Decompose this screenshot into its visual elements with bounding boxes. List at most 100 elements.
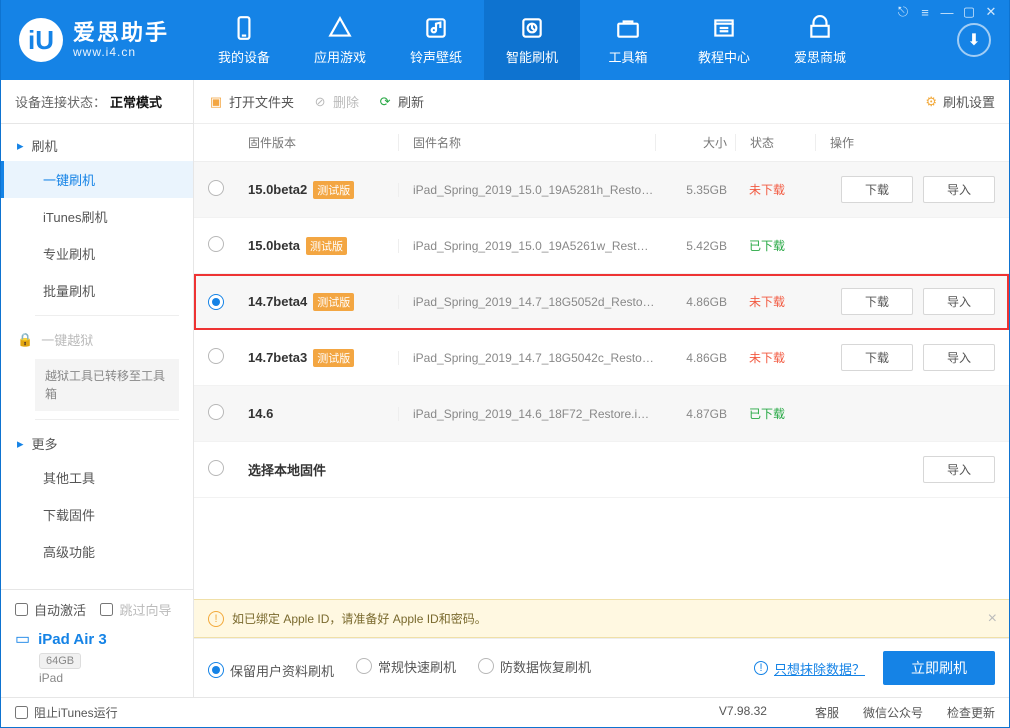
download-button[interactable]: 下载: [841, 176, 913, 203]
col-state: 状态: [735, 134, 815, 151]
menu-icon[interactable]: ≡: [917, 5, 933, 20]
version-label: V7.98.32: [719, 704, 767, 721]
row-size: 4.86GB: [655, 295, 735, 309]
sidebar-item-oneclick[interactable]: 一键刷机: [1, 161, 193, 198]
sidebar-item-advanced[interactable]: 高级功能: [1, 533, 193, 570]
import-button[interactable]: 导入: [923, 344, 995, 371]
row-version: 14.6: [248, 406, 273, 421]
table-row-local[interactable]: 选择本地固件 导入: [194, 442, 1009, 498]
maximize-icon[interactable]: ▢: [961, 4, 977, 20]
row-radio[interactable]: [208, 460, 224, 476]
table-row[interactable]: 15.0beta2测试版iPad_Spring_2019_15.0_19A528…: [194, 162, 1009, 218]
erase-data-link[interactable]: 只想抹除数据？: [774, 659, 865, 678]
minimize-icon[interactable]: —: [939, 5, 955, 20]
download-button[interactable]: 下载: [841, 288, 913, 315]
sidebar-item-itunes[interactable]: iTunes刷机: [1, 198, 193, 235]
device-storage: 64GB: [39, 653, 81, 669]
sidebar-item-pro[interactable]: 专业刷机: [1, 235, 193, 272]
statusbar-link[interactable]: 检查更新: [947, 706, 995, 720]
row-radio[interactable]: [208, 236, 224, 252]
delete-button: ⊘ 删除: [312, 92, 359, 111]
alert-close-icon[interactable]: ×: [988, 610, 997, 628]
nav-flash[interactable]: 智能刷机: [484, 0, 580, 80]
statusbar-link[interactable]: 微信公众号: [863, 706, 923, 720]
alert-text: 如已绑定 Apple ID，请准备好 Apple ID和密码。: [232, 610, 487, 627]
sidebar-group-flash: ▸刷机: [1, 124, 193, 161]
sidebar-item-download-fw[interactable]: 下载固件: [1, 496, 193, 533]
nav-label: 应用游戏: [314, 47, 366, 66]
connection-status-label: 设备连接状态：: [15, 92, 106, 111]
row-filename: iPad_Spring_2019_14.6_18F72_Restore.ipsw: [398, 407, 655, 421]
statusbar: 阻止iTunes运行 V7.98.32 客服 微信公众号 检查更新: [1, 697, 1009, 727]
nav-my-device[interactable]: 我的设备: [196, 0, 292, 80]
option-radio[interactable]: [356, 658, 372, 674]
flash-now-button[interactable]: 立即刷机: [883, 651, 995, 685]
refresh-button[interactable]: ⟳ 刷新: [377, 92, 424, 111]
block-itunes-checkbox[interactable]: 阻止iTunes运行: [15, 704, 118, 721]
row-size: 4.87GB: [655, 407, 735, 421]
row-state: 已下载: [735, 237, 815, 254]
auto-activate-checkbox[interactable]: 自动激活: [15, 600, 86, 619]
group-icon: ▸: [17, 436, 24, 452]
row-state: 未下载: [735, 349, 815, 366]
local-firmware-label: 选择本地固件: [248, 463, 326, 478]
option-radio[interactable]: [208, 662, 224, 678]
row-filename: iPad_Spring_2019_15.0_19A5261w_Restore.i…: [398, 239, 655, 253]
sidebar: 设备连接状态： 正常模式 ▸刷机一键刷机iTunes刷机专业刷机批量刷机🔒一键越…: [1, 80, 194, 697]
row-filename: iPad_Spring_2019_14.7_18G5042c_Restore.i…: [398, 351, 655, 365]
app-site: www.i4.cn: [73, 46, 169, 60]
table-row[interactable]: 15.0beta测试版iPad_Spring_2019_15.0_19A5261…: [194, 218, 1009, 274]
toolbar: ▣ 打开文件夹 ⊘ 删除 ⟳ 刷新 ⚙ 刷机设置: [194, 80, 1009, 124]
nav-tools[interactable]: 工具箱: [580, 0, 676, 80]
col-ops: 操作: [815, 134, 995, 151]
option-radio[interactable]: [478, 658, 494, 674]
apple-id-alert: ! 如已绑定 Apple ID，请准备好 Apple ID和密码。 ×: [194, 599, 1009, 638]
row-radio[interactable]: [208, 294, 224, 310]
row-radio[interactable]: [208, 404, 224, 420]
row-state: 未下载: [735, 181, 815, 198]
flash-settings-button[interactable]: ⚙ 刷机设置: [925, 92, 995, 111]
statusbar-link[interactable]: 客服: [815, 706, 839, 720]
nav-apps[interactable]: 应用游戏: [292, 0, 388, 80]
nav-ringtones[interactable]: 铃声壁纸: [388, 0, 484, 80]
firmware-list: 15.0beta2测试版iPad_Spring_2019_15.0_19A528…: [194, 162, 1009, 599]
tools-icon: [615, 15, 641, 41]
flash-option-fast[interactable]: 常规快速刷机: [356, 657, 456, 676]
download-button[interactable]: 下载: [841, 344, 913, 371]
import-button[interactable]: 导入: [923, 176, 995, 203]
table-row[interactable]: 14.7beta3测试版iPad_Spring_2019_14.7_18G504…: [194, 330, 1009, 386]
nav-label: 我的设备: [218, 47, 270, 66]
device-model: iPad: [39, 671, 179, 685]
col-name: 固件名称: [398, 134, 655, 151]
delete-icon: ⊘: [312, 94, 328, 110]
sidebar-item-other-tools[interactable]: 其他工具: [1, 459, 193, 496]
table-row[interactable]: 14.7beta4测试版iPad_Spring_2019_14.7_18G505…: [194, 274, 1009, 330]
table-header: 固件版本 固件名称 大小 状态 操作: [194, 124, 1009, 162]
flash-option-keep[interactable]: 保留用户资料刷机: [208, 661, 334, 680]
table-row[interactable]: 14.6 iPad_Spring_2019_14.6_18F72_Restore.…: [194, 386, 1009, 442]
row-radio[interactable]: [208, 348, 224, 364]
nav-label: 爱思商城: [794, 47, 846, 66]
row-filename: iPad_Spring_2019_14.7_18G5052d_Restore.i…: [398, 295, 655, 309]
device-info[interactable]: ▭ iPad Air 3: [15, 629, 179, 649]
top-nav: 我的设备 应用游戏 铃声壁纸 智能刷机工具箱 教程中心爱思商城: [196, 0, 939, 80]
import-button[interactable]: 导入: [923, 456, 995, 483]
nav-label: 工具箱: [608, 47, 647, 66]
close-icon[interactable]: ✕: [983, 4, 999, 20]
import-button[interactable]: 导入: [923, 288, 995, 315]
flash-icon: [519, 15, 545, 41]
row-version: 14.7beta4: [248, 294, 307, 309]
row-size: 5.35GB: [655, 183, 735, 197]
tablet-icon: ▭: [15, 629, 30, 649]
skip-guide-checkbox[interactable]: 跳过向导: [100, 600, 171, 619]
window-controls: ⎋ ≡ — ▢ ✕: [885, 0, 1009, 24]
sidebar-item-batch[interactable]: 批量刷机: [1, 272, 193, 309]
nav-store[interactable]: 爱思商城: [772, 0, 868, 80]
flash-option-recovery[interactable]: 防数据恢复刷机: [478, 657, 591, 676]
row-radio[interactable]: [208, 180, 224, 196]
col-size: 大小: [655, 134, 735, 151]
open-folder-button[interactable]: ▣ 打开文件夹: [208, 92, 294, 111]
nav-label: 铃声壁纸: [410, 47, 462, 66]
skin-icon[interactable]: ⎋: [895, 4, 911, 20]
nav-tutorials[interactable]: 教程中心: [676, 0, 772, 80]
